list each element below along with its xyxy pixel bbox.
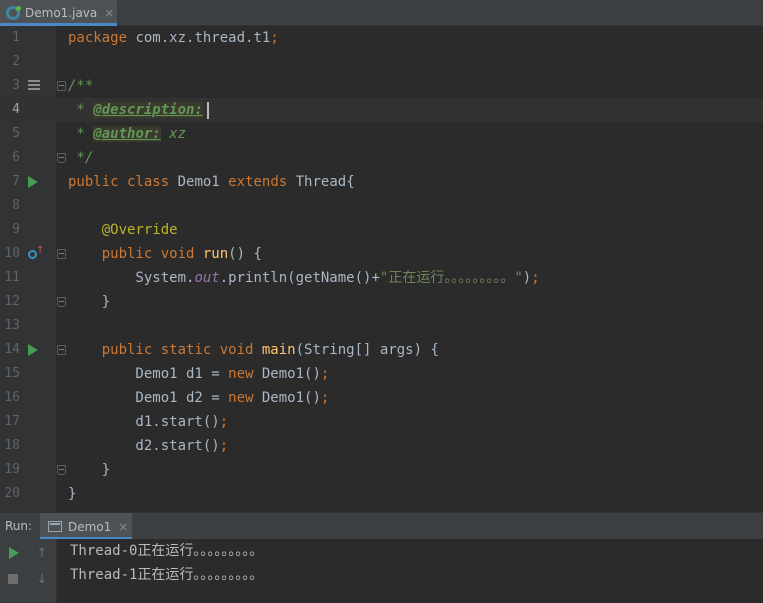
line-number: 4: [12, 102, 20, 117]
code-line-14[interactable]: 14 public static void main(String[] args…: [0, 338, 763, 362]
editor-tab-bar: Demo1.java ×: [0, 0, 763, 26]
code-line-18[interactable]: 18 d2.start();: [0, 434, 763, 458]
line-number: 18: [4, 438, 20, 453]
run-class-icon[interactable]: [28, 176, 40, 188]
line-number: 5: [12, 126, 20, 141]
line-number: 15: [4, 366, 20, 381]
code-line-7[interactable]: 7 public class Demo1 extends Thread{: [0, 170, 763, 194]
run-main-icon[interactable]: [28, 344, 40, 356]
scroll-down-button[interactable]: ↓: [34, 571, 50, 587]
line-number: 7: [12, 174, 20, 189]
line-number: 12: [4, 294, 20, 309]
text-cursor: [206, 101, 209, 119]
line-number: 16: [4, 390, 20, 405]
run-tool-window: ↑ ↓ Thread-0正在运行。。。。。。。。。 Thread-1正在运行。。…: [0, 539, 763, 603]
fold-end-icon[interactable]: [57, 153, 66, 163]
console-output[interactable]: Thread-0正在运行。。。。。。。。。 Thread-1正在运行。。。。。。…: [70, 539, 263, 587]
run-config-icon: [48, 521, 62, 532]
code-line-13[interactable]: 13: [0, 314, 763, 338]
code-editor[interactable]: 1 package com.xz.thread.t1; 2 3 /** 4 * …: [0, 26, 763, 512]
fold-end-icon[interactable]: [57, 465, 66, 475]
code-line-16[interactable]: 16 Demo1 d2 = new Demo1();: [0, 386, 763, 410]
code-line-12[interactable]: 12 }: [0, 290, 763, 314]
code-line-3[interactable]: 3 /**: [0, 74, 763, 98]
close-run-tab-icon[interactable]: ×: [118, 520, 128, 534]
line-number: 17: [4, 414, 20, 429]
tab-demo1-java[interactable]: Demo1.java ×: [0, 0, 117, 26]
code-line-19[interactable]: 19 }: [0, 458, 763, 482]
line-number: 13: [4, 318, 20, 333]
close-tab-icon[interactable]: ×: [104, 6, 114, 20]
fold-end-icon[interactable]: [57, 297, 66, 307]
code-line-9[interactable]: 9 @Override: [0, 218, 763, 242]
code-line-17[interactable]: 17 d1.start();: [0, 410, 763, 434]
run-toolbar: ↑ ↓: [0, 539, 57, 603]
line-number: 11: [4, 270, 20, 285]
run-config-label: Demo1: [68, 519, 112, 534]
code-line-8[interactable]: 8: [0, 194, 763, 218]
tab-label: Demo1.java: [25, 6, 98, 20]
code-line-4[interactable]: 4 * @description:: [0, 98, 763, 122]
line-number: 9: [12, 222, 20, 237]
line-number: 10: [4, 246, 20, 261]
code-line-6[interactable]: 6 */: [0, 146, 763, 170]
run-tool-window-header: Run: Demo1 ×: [0, 512, 763, 540]
code-line-5[interactable]: 5 * @author: xz: [0, 122, 763, 146]
java-class-icon: [6, 6, 21, 20]
up-arrow-icon: ↑: [36, 545, 48, 561]
line-number: 6: [12, 150, 20, 165]
line-number: 14: [4, 342, 20, 357]
code-line-10[interactable]: 10 ↑ public void run() {: [0, 242, 763, 266]
code-line-2[interactable]: 2: [0, 50, 763, 74]
code-line-15[interactable]: 15 Demo1 d1 = new Demo1();: [0, 362, 763, 386]
run-config-tab[interactable]: Demo1 ×: [40, 513, 132, 540]
line-number: 20: [4, 486, 20, 501]
doc-comment-render-icon[interactable]: [28, 80, 40, 92]
stop-icon: [8, 574, 18, 584]
fold-toggle-icon[interactable]: [57, 345, 66, 355]
console-line: Thread-1正在运行。。。。。。。。。: [70, 567, 264, 583]
line-number: 3: [12, 78, 20, 93]
console-line: Thread-0正在运行。。。。。。。。。: [70, 543, 264, 559]
rerun-button[interactable]: [6, 545, 22, 561]
code-line-20[interactable]: 20 }: [0, 482, 763, 506]
run-title: Run:: [5, 519, 33, 533]
line-number: 19: [4, 462, 20, 477]
play-icon: [9, 547, 19, 559]
down-arrow-icon: ↓: [36, 571, 48, 587]
code-line-11[interactable]: 11 System.out.println(getName()+"正在运行。。。…: [0, 266, 763, 290]
line-number: 1: [12, 30, 20, 45]
scroll-up-button[interactable]: ↑: [34, 545, 50, 561]
stop-button[interactable]: [5, 571, 21, 587]
fold-toggle-icon[interactable]: [57, 249, 66, 259]
fold-toggle-icon[interactable]: [57, 81, 66, 91]
code-line-1[interactable]: 1 package com.xz.thread.t1;: [0, 26, 763, 50]
line-number: 2: [12, 54, 20, 69]
line-number: 8: [12, 198, 20, 213]
